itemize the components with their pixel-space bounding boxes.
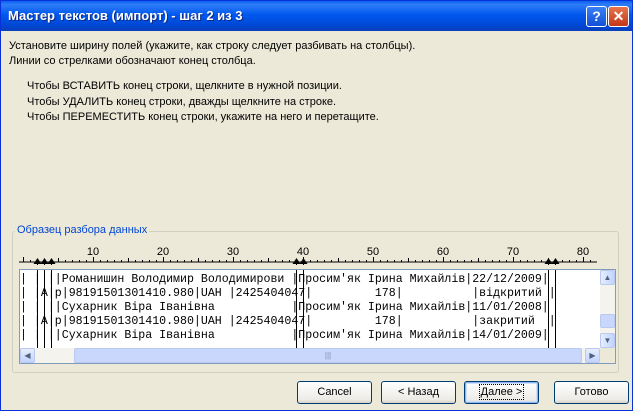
vertical-scrollbar[interactable]: ▲ ▼: [600, 270, 615, 348]
scroll-right-button[interactable]: ▶: [585, 348, 600, 363]
hint-move: Чтобы ПЕРЕМЕСТИТЬ конец строки, укажите …: [27, 111, 379, 123]
ruler-tick-label: 30: [227, 246, 239, 258]
close-icon: ✕: [612, 8, 625, 24]
preview-row: | |А|р|98191501301410.980|UAH |242540404…: [20, 315, 556, 328]
ruler-tick-label: 60: [437, 246, 449, 258]
arrow-left-icon: ◀: [24, 351, 31, 360]
help-icon: ?: [592, 8, 601, 24]
preview-row: | | ||Романишин Володимир Володимирови |…: [20, 273, 549, 286]
data-preview-pane[interactable]: | | ||Романишин Володимир Володимирови |…: [19, 269, 616, 364]
help-button[interactable]: ?: [586, 6, 607, 27]
arrow-up-icon: ▲: [603, 273, 612, 282]
horizontal-scroll-thumb[interactable]: |||: [74, 348, 582, 363]
grip-icon: |||: [324, 351, 332, 360]
scroll-left-button[interactable]: ◀: [20, 348, 35, 363]
next-button-label: Далее >: [478, 384, 525, 400]
instruction-line-1: Установите ширину полей (укажите, как ст…: [9, 40, 416, 52]
cancel-button-label: Cancel: [317, 386, 352, 398]
data-preview-label: Образец разбора данных: [15, 224, 150, 236]
close-button[interactable]: ✕: [608, 6, 629, 27]
horizontal-scrollbar[interactable]: ◀ ||| ▶: [20, 348, 600, 363]
ruler-tick-label: 80: [577, 246, 589, 258]
ruler-tick-label: 40: [297, 246, 309, 258]
text-import-wizard-window: Мастер текстов (импорт) - шаг 2 из 3 ? ✕…: [0, 0, 633, 411]
column-ruler[interactable]: 10 20 30 40 50 60 70 80: [19, 245, 597, 265]
cancel-button[interactable]: Cancel: [297, 381, 372, 404]
arrow-right-icon: ▶: [589, 351, 596, 360]
back-button[interactable]: < Назад: [381, 381, 456, 404]
hint-delete: Чтобы УДАЛИТЬ конец строки, дважды щелкн…: [27, 96, 337, 108]
preview-row: | | ||Сухарник Віра Іванівна |Просим'як …: [20, 329, 549, 342]
vertical-scroll-thumb[interactable]: [600, 314, 615, 328]
ruler-tick-label: 50: [367, 246, 379, 258]
instruction-line-2: Линии со стрелками обозначают конец стол…: [9, 55, 256, 67]
ruler-tick-label: 70: [507, 246, 519, 258]
arrow-down-icon: ▼: [603, 336, 612, 345]
scrollbar-corner: [600, 348, 615, 363]
hint-insert: Чтобы ВСТАВИТЬ конец строки, щелкните в …: [27, 80, 342, 92]
next-button[interactable]: Далее >: [464, 381, 539, 404]
ruler-tick-label: 10: [87, 246, 99, 258]
title-bar: Мастер текстов (импорт) - шаг 2 из 3 ? ✕: [1, 1, 632, 31]
preview-row: | | ||Сухарник Віра Іванівна |Просим'як …: [20, 301, 549, 314]
scroll-up-button[interactable]: ▲: [600, 270, 615, 285]
scroll-down-button[interactable]: ▼: [600, 333, 615, 348]
finish-button-label: Готово: [574, 386, 609, 398]
window-title: Мастер текстов (импорт) - шаг 2 из 3: [8, 8, 243, 23]
back-button-label: < Назад: [398, 386, 439, 398]
ruler-tick-label: 20: [157, 246, 169, 258]
preview-row: | |А|р|98191501301410.980|UAH |242540404…: [20, 287, 556, 300]
preview-rows[interactable]: | | ||Романишин Володимир Володимирови |…: [20, 273, 600, 349]
finish-button[interactable]: Готово: [554, 381, 629, 404]
